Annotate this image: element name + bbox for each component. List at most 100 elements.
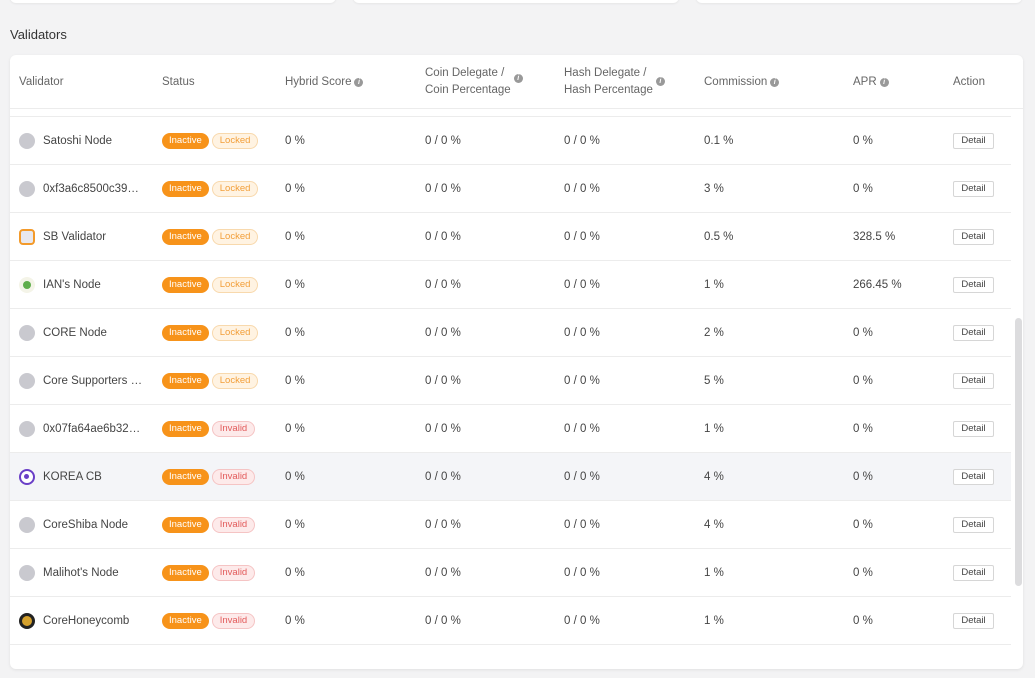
detail-button[interactable]: Detail xyxy=(953,516,994,533)
table-row[interactable]: CoreShiba Node Inactive Invalid 0 % 0 / … xyxy=(10,501,1011,549)
detail-button[interactable]: Detail xyxy=(953,564,994,581)
col-validator: Validator xyxy=(19,75,64,88)
col-apr: APR i xyxy=(853,55,889,109)
state-badge: Invalid xyxy=(211,564,256,581)
validator-name[interactable]: SB Validator xyxy=(43,231,106,243)
table-row[interactable]: Satoshi Node Inactive Locked 0 % 0 / 0 %… xyxy=(10,117,1011,165)
apr-value: 0 % xyxy=(853,614,873,627)
scrollbar-thumb[interactable] xyxy=(1015,318,1022,586)
coin-delegate-value: 0 / 0 % xyxy=(425,182,461,195)
validator-name[interactable]: CORE Node xyxy=(43,327,107,339)
table-row[interactable]: SB Validator Inactive Locked 0 % 0 / 0 %… xyxy=(10,213,1011,261)
validator-name[interactable]: Core Supporters n... xyxy=(43,375,143,387)
detail-button[interactable]: Detail xyxy=(953,372,994,389)
coin-delegate-value: 0 / 0 % xyxy=(425,518,461,531)
state-badge: Locked xyxy=(211,276,259,293)
status-badge: Inactive xyxy=(162,516,209,533)
info-icon[interactable]: i xyxy=(770,77,780,87)
apr-value: 0 % xyxy=(853,326,873,339)
status-cell: Inactive Locked xyxy=(162,213,261,260)
validator-cell[interactable]: SB Validator xyxy=(19,213,106,260)
hybrid-score-value: 0 % xyxy=(285,230,305,243)
validator-cell[interactable]: 0x07fa64ae6b32ea... xyxy=(19,405,143,452)
commission-value: 5 % xyxy=(704,374,724,387)
validator-cell[interactable]: CoreHoneycomb xyxy=(19,597,129,644)
hybrid-score-value: 0 % xyxy=(285,326,305,339)
status-badge: Inactive xyxy=(162,180,209,197)
hash-delegate-value: 0 / 0 % xyxy=(564,614,600,627)
action-cell: Detail xyxy=(953,597,994,644)
info-icon[interactable]: i xyxy=(879,77,889,87)
col-status: Status xyxy=(162,75,195,88)
validator-cell[interactable]: Malihot's Node xyxy=(19,549,119,596)
table-row[interactable]: Core Supporters n... Inactive Locked 0 %… xyxy=(10,357,1011,405)
validator-cell[interactable]: IAN's Node xyxy=(19,261,101,308)
state-badge: Locked xyxy=(211,228,259,245)
validator-cell[interactable]: CoreShiba Node xyxy=(19,501,128,548)
validator-cell[interactable]: CORE Node xyxy=(19,309,107,356)
hash-delegate-value: 0 / 0 % xyxy=(564,518,600,531)
validator-name[interactable]: IAN's Node xyxy=(43,279,101,291)
validator-cell[interactable]: KOREA CB xyxy=(19,453,102,500)
state-badge: Invalid xyxy=(211,612,256,629)
coin-delegate-value: 0 / 0 % xyxy=(425,326,461,339)
summary-card xyxy=(353,0,679,3)
info-icon[interactable]: i xyxy=(513,73,523,83)
detail-button[interactable]: Detail xyxy=(953,468,994,485)
action-cell: Detail xyxy=(953,501,994,548)
apr-value: 328.5 % xyxy=(853,230,896,243)
detail-button[interactable]: Detail xyxy=(953,324,994,341)
detail-button[interactable]: Detail xyxy=(953,132,994,149)
hybrid-score-value: 0 % xyxy=(285,182,305,195)
detail-button[interactable]: Detail xyxy=(953,180,994,197)
status-cell: Inactive Invalid xyxy=(162,501,258,548)
state-badge: Invalid xyxy=(211,516,256,533)
detail-button[interactable]: Detail xyxy=(953,276,994,293)
commission-value: 1 % xyxy=(704,614,724,627)
hybrid-score-value: 0 % xyxy=(285,374,305,387)
validator-avatar xyxy=(19,228,35,245)
apr-value: 0 % xyxy=(853,566,873,579)
commission-value: 0.1 % xyxy=(704,134,734,147)
validator-name[interactable]: CoreShiba Node xyxy=(43,519,128,531)
status-cell: Inactive Locked xyxy=(162,309,261,356)
validator-cell[interactable]: Core Supporters n... xyxy=(19,357,143,404)
status-cell: Inactive Locked xyxy=(162,261,261,308)
status-badge: Inactive xyxy=(162,276,209,293)
info-icon[interactable]: i xyxy=(655,76,665,86)
apr-value: 0 % xyxy=(853,374,873,387)
action-cell: Detail xyxy=(953,213,994,260)
validator-name[interactable]: Malihot's Node xyxy=(43,567,119,579)
validator-name[interactable]: 0xf3a6c8500c3921... xyxy=(43,183,143,195)
validator-avatar xyxy=(19,372,35,389)
table-row[interactable]: CoreHoneycomb Inactive Invalid 0 % 0 / 0… xyxy=(10,597,1011,645)
hash-delegate-value: 0 / 0 % xyxy=(564,134,600,147)
hybrid-score-value: 0 % xyxy=(285,470,305,483)
table-row[interactable]: IAN's Node Inactive Locked 0 % 0 / 0 % 0… xyxy=(10,261,1011,309)
table-row[interactable]: 0xf3a6c8500c3921... Inactive Locked 0 % … xyxy=(10,165,1011,213)
validator-name[interactable]: CoreHoneycomb xyxy=(43,615,129,627)
validator-cell[interactable]: Satoshi Node xyxy=(19,117,112,164)
validator-name[interactable]: 0x07fa64ae6b32ea... xyxy=(43,423,143,435)
table-body: Satoshi Node Inactive Locked 0 % 0 / 0 %… xyxy=(10,117,1011,645)
action-cell: Detail xyxy=(953,405,994,452)
table-row[interactable]: 0x07fa64ae6b32ea... Inactive Invalid 0 %… xyxy=(10,405,1011,453)
detail-button[interactable]: Detail xyxy=(953,228,994,245)
table-row[interactable]: CORE Node Inactive Locked 0 % 0 / 0 % 0 … xyxy=(10,309,1011,357)
hash-delegate-value: 0 / 0 % xyxy=(564,374,600,387)
table-row[interactable]: Malihot's Node Inactive Invalid 0 % 0 / … xyxy=(10,549,1011,597)
table-row[interactable]: KOREA CB Inactive Invalid 0 % 0 / 0 % 0 … xyxy=(10,453,1011,501)
hash-delegate-value: 0 / 0 % xyxy=(564,422,600,435)
coin-delegate-value: 0 / 0 % xyxy=(425,278,461,291)
validator-name[interactable]: Satoshi Node xyxy=(43,135,112,147)
validator-name[interactable]: KOREA CB xyxy=(43,471,102,483)
info-icon[interactable]: i xyxy=(354,77,364,87)
validator-cell[interactable]: 0xf3a6c8500c3921... xyxy=(19,165,143,212)
table-row xyxy=(10,109,1011,117)
hash-delegate-value: 0 / 0 % xyxy=(564,182,600,195)
detail-button[interactable]: Detail xyxy=(953,420,994,437)
validator-avatar xyxy=(19,612,35,629)
state-badge: Locked xyxy=(211,372,259,389)
status-badge: Inactive xyxy=(162,324,209,341)
detail-button[interactable]: Detail xyxy=(953,612,994,629)
